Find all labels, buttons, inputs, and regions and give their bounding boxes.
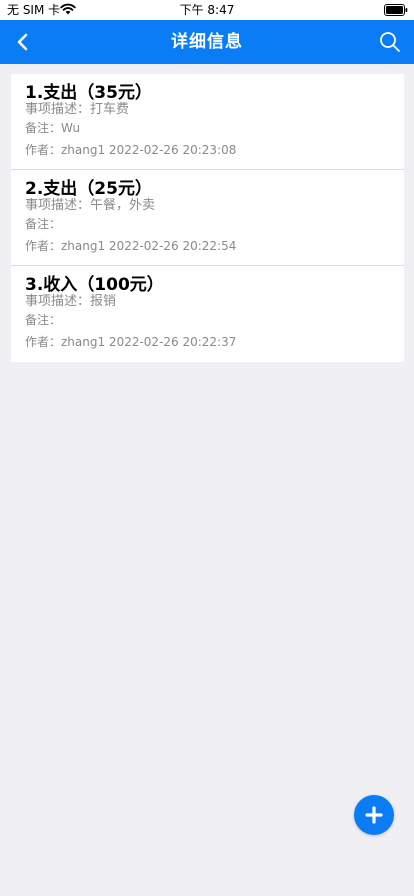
- record-meta: 作者：zhang1 2022-02-26 20:22:54: [25, 239, 237, 253]
- record-meta: 作者：zhang1 2022-02-26 20:22:37: [25, 335, 237, 349]
- list-item[interactable]: 3.收入（100元） 事项描述：报销 备注： 作者：zhang1 2022-02…: [11, 266, 404, 362]
- list-item[interactable]: 2.支出（25元） 事项描述：午餐，外卖 备注： 作者：zhang1 2022-…: [11, 170, 404, 266]
- page-title: 详细信息: [171, 32, 243, 52]
- navigation-bar: 详细信息: [0, 20, 414, 64]
- record-meta: 作者：zhang1 2022-02-26 20:23:08: [25, 143, 237, 157]
- record-note: 备注：: [25, 313, 62, 327]
- status-bar: 无 SIM 卡 下午 8:47: [0, 0, 414, 20]
- record-description: 事项描述：打车费: [25, 102, 130, 117]
- battery-icon: [384, 4, 408, 16]
- record-description: 事项描述：午餐，外卖: [25, 198, 156, 213]
- record-note: 备注：Wu: [25, 121, 81, 135]
- record-list: 1.支出（35元） 事项描述：打车费 备注：Wu 作者：zhang1 2022-…: [11, 74, 404, 362]
- record-heading: 2.支出（25元）: [25, 179, 152, 199]
- record-heading: 3.收入（100元）: [25, 275, 164, 295]
- add-button[interactable]: [354, 795, 394, 835]
- search-icon[interactable]: [378, 30, 402, 54]
- record-heading: 1.支出（35元）: [25, 83, 152, 103]
- status-time: 下午 8:47: [179, 3, 235, 17]
- record-description: 事项描述：报销: [25, 294, 117, 309]
- list-item[interactable]: 1.支出（35元） 事项描述：打车费 备注：Wu 作者：zhang1 2022-…: [11, 74, 404, 170]
- record-note: 备注：: [25, 217, 62, 231]
